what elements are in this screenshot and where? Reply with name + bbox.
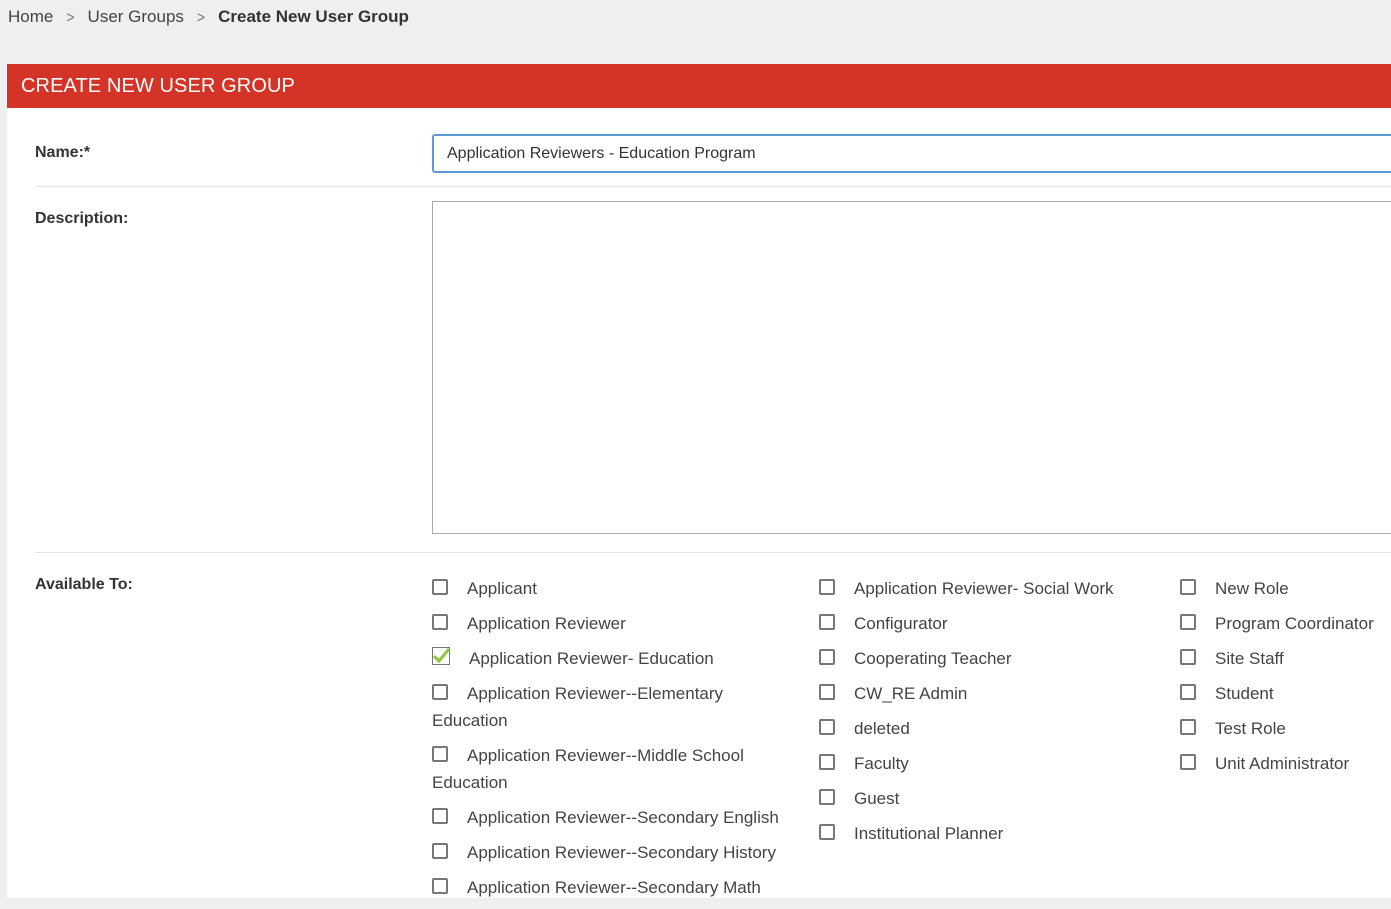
checkbox-icon[interactable] (432, 843, 448, 859)
role-label: Configurator (854, 614, 948, 633)
role-checkbox-item[interactable]: Institutional Planner (819, 820, 1159, 847)
breadcrumb-user-groups-link[interactable]: User Groups (88, 7, 184, 27)
role-label: Institutional Planner (854, 824, 1004, 843)
chevron-right-icon: > (196, 8, 206, 26)
role-checkbox-item[interactable]: Applicant (432, 575, 792, 602)
available-to-label: Available To: (35, 576, 133, 593)
checkbox-icon[interactable] (1180, 754, 1196, 770)
role-checkbox-item[interactable]: Application Reviewer--Elementary Educati… (432, 680, 792, 734)
role-label: Site Staff (1215, 649, 1284, 668)
role-checkbox-item[interactable]: Application Reviewer (432, 610, 792, 637)
role-label: Applicant (467, 579, 537, 598)
divider (35, 186, 1391, 187)
role-checkbox-item[interactable]: Application Reviewer--Secondary Math (432, 874, 792, 901)
role-checkbox-item[interactable]: Configurator (819, 610, 1159, 637)
role-label: Guest (854, 789, 900, 808)
checkbox-icon[interactable] (432, 808, 448, 824)
checkbox-icon[interactable] (819, 789, 835, 805)
role-checkbox-item[interactable]: Program Coordinator (1180, 610, 1391, 637)
breadcrumb-current: Create New User Group (218, 7, 409, 26)
name-label: Name:* (35, 144, 91, 161)
checkmark-icon (432, 647, 450, 665)
breadcrumb-home-link[interactable]: Home (8, 7, 53, 27)
role-checkbox-item[interactable]: CW_RE Admin (819, 680, 1159, 707)
role-label: Application Reviewer--Middle School Educ… (432, 746, 744, 792)
role-label: New Role (1215, 579, 1289, 598)
chevron-right-icon: > (66, 8, 75, 26)
checkbox-icon[interactable] (1180, 649, 1196, 665)
role-checkbox-item[interactable]: Application Reviewer--Middle School Educ… (432, 742, 792, 796)
create-user-group-panel: CREATE NEW USER GROUP Name:* Description… (7, 64, 1391, 898)
role-label: Application Reviewer (467, 614, 626, 633)
role-checkbox-item[interactable]: Unit Administrator (1180, 750, 1391, 777)
checkbox-icon[interactable] (819, 824, 835, 840)
breadcrumb: Home > User Groups > Create New User Gro… (0, 0, 409, 34)
role-checkbox-item[interactable]: Site Staff (1180, 645, 1391, 672)
checkbox-icon[interactable] (819, 649, 835, 665)
role-label: Cooperating Teacher (854, 649, 1012, 668)
checkbox-icon[interactable] (432, 579, 448, 595)
checkbox-icon[interactable] (1180, 684, 1196, 700)
checkbox-icon[interactable] (432, 684, 448, 700)
role-checkbox-item[interactable]: Application Reviewer- Social Work (819, 575, 1159, 602)
checkbox-icon[interactable] (1180, 614, 1196, 630)
role-checkbox-item[interactable]: Student (1180, 680, 1391, 707)
role-checkbox-item[interactable]: Application Reviewer--Secondary History (432, 839, 792, 866)
checkbox-icon[interactable] (432, 746, 448, 762)
checkbox-icon[interactable] (1180, 579, 1196, 595)
description-label: Description: (35, 210, 129, 227)
roles-column-2: Application Reviewer- Social Work Configu… (819, 575, 1159, 855)
role-label: Student (1215, 684, 1274, 703)
checkbox-checked-icon[interactable] (432, 647, 450, 665)
role-checkbox-item[interactable]: deleted (819, 715, 1159, 742)
role-label: Application Reviewer--Secondary English (467, 808, 779, 827)
role-label: Program Coordinator (1215, 614, 1374, 633)
role-checkbox-item[interactable]: Test Role (1180, 715, 1391, 742)
checkbox-icon[interactable] (819, 614, 835, 630)
checkbox-icon[interactable] (819, 754, 835, 770)
checkbox-icon[interactable] (819, 579, 835, 595)
role-label: Unit Administrator (1215, 754, 1350, 773)
role-label: Faculty (854, 754, 909, 773)
role-label: Application Reviewer--Secondary History (467, 843, 776, 862)
roles-column-1: Applicant Application Reviewer Application… (432, 575, 792, 909)
name-input[interactable] (432, 134, 1391, 173)
role-label: CW_RE Admin (854, 684, 968, 703)
role-checkbox-item[interactable]: New Role (1180, 575, 1391, 602)
role-checkbox-item[interactable]: Cooperating Teacher (819, 645, 1159, 672)
role-label: Test Role (1215, 719, 1286, 738)
role-checkbox-item[interactable]: Application Reviewer--Secondary English (432, 804, 792, 831)
checkbox-icon[interactable] (1180, 719, 1196, 735)
role-checkbox-item[interactable]: Guest (819, 785, 1159, 812)
role-checkbox-item[interactable]: Faculty (819, 750, 1159, 777)
divider (35, 552, 1391, 553)
roles-column-3: New Role Program Coordinator Site Staff Stu… (1180, 575, 1391, 785)
panel-title: CREATE NEW USER GROUP (21, 74, 295, 97)
checkbox-icon[interactable] (819, 684, 835, 700)
checkbox-icon[interactable] (432, 614, 448, 630)
role-label: Application Reviewer--Secondary Math (467, 878, 761, 897)
role-label: Application Reviewer--Elementary Educati… (432, 684, 724, 730)
role-label: Application Reviewer- Social Work (854, 579, 1114, 598)
panel-header: CREATE NEW USER GROUP (7, 64, 1391, 108)
role-label: Application Reviewer- Education (469, 649, 714, 668)
role-label: deleted (854, 719, 910, 738)
checkbox-icon[interactable] (432, 878, 448, 894)
description-textarea[interactable] (432, 201, 1391, 534)
checkbox-icon[interactable] (819, 719, 835, 735)
role-checkbox-item[interactable]: Application Reviewer- Education (432, 645, 792, 672)
